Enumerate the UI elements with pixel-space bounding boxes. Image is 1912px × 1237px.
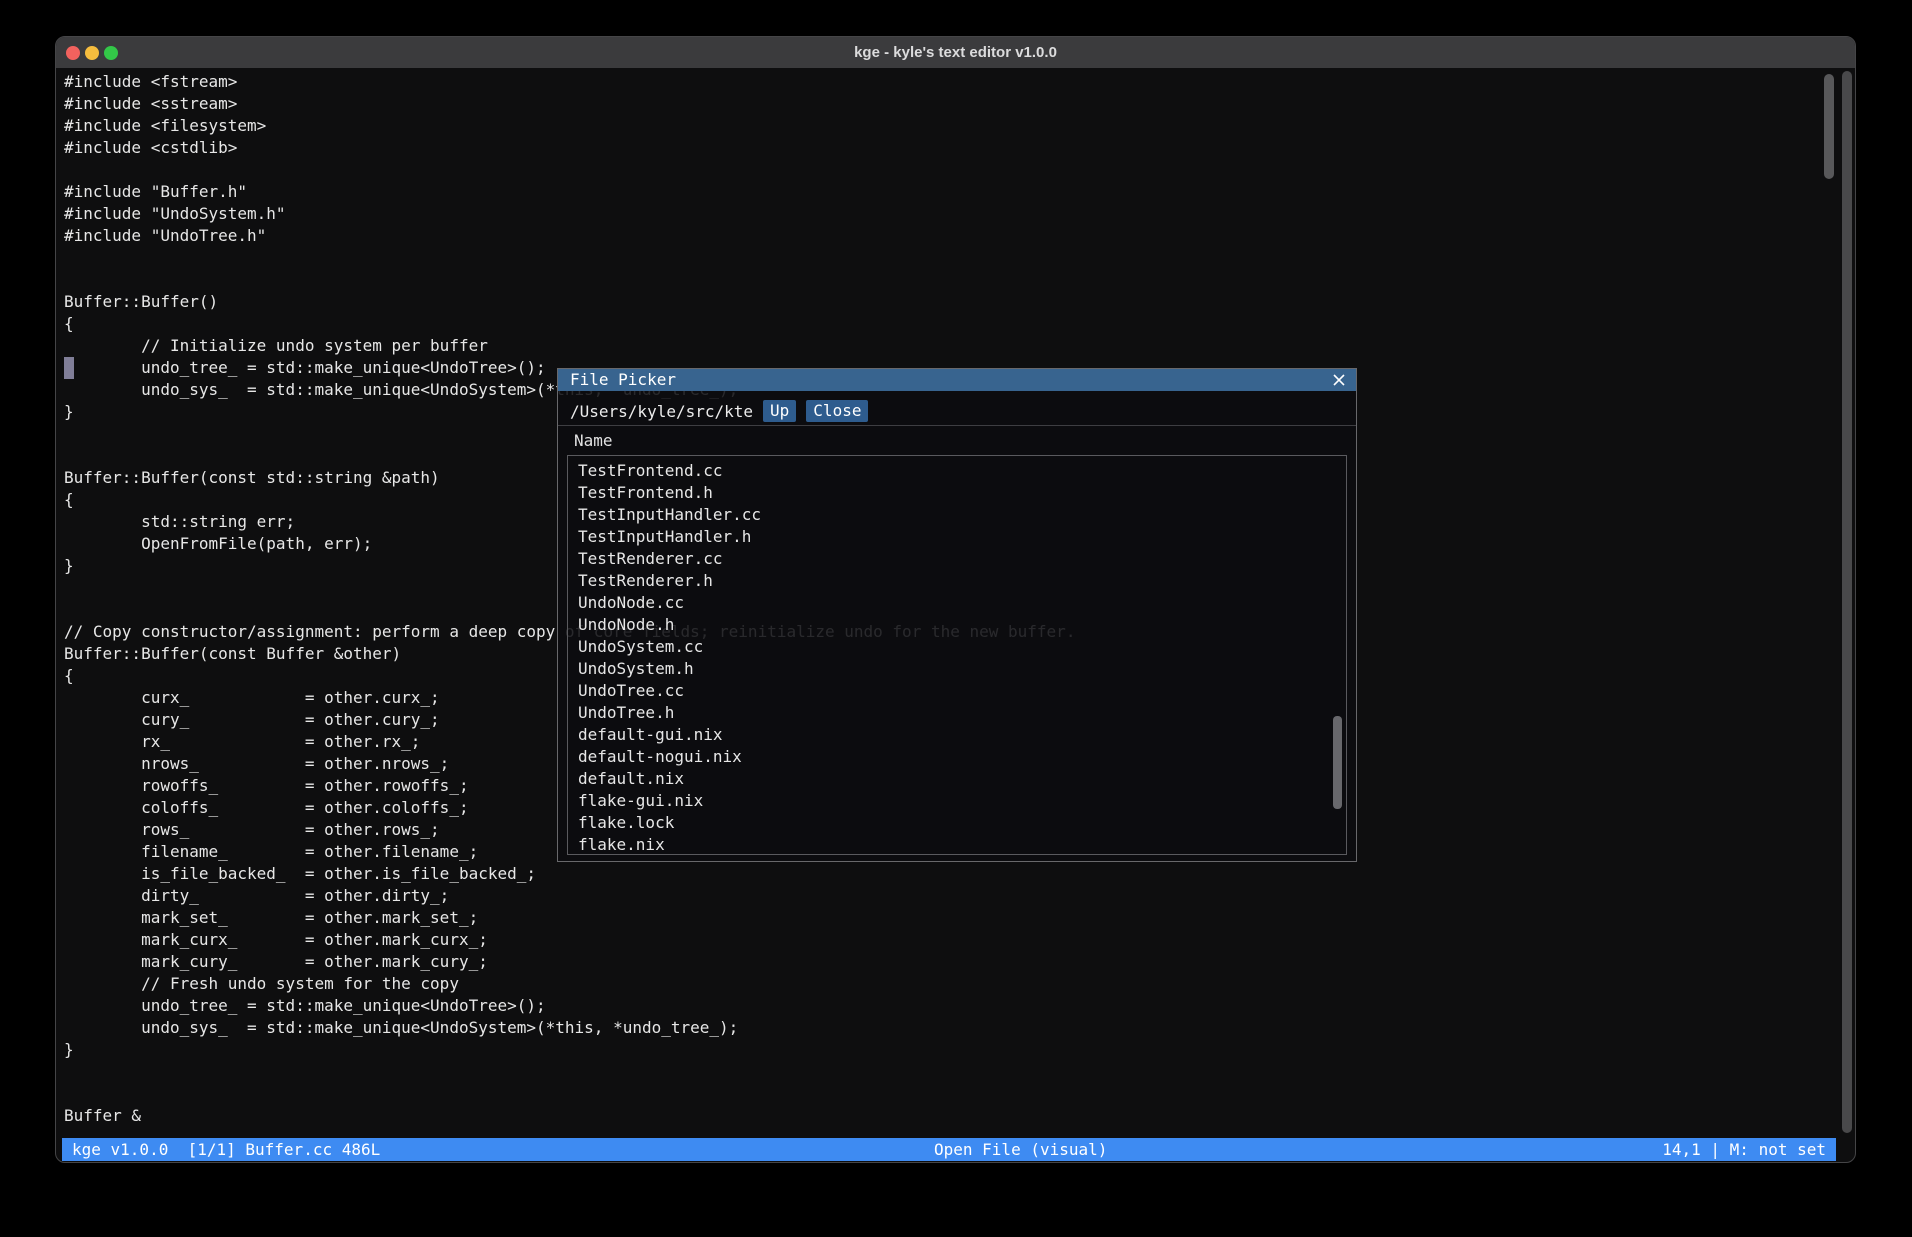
file-list-item[interactable]: default-gui.nix — [568, 724, 1346, 746]
file-list-item[interactable]: UndoTree.cc — [568, 680, 1346, 702]
window-titlebar: kge - kyle's text editor v1.0.0 — [56, 37, 1855, 68]
file-list-item[interactable]: default.nix — [568, 768, 1346, 790]
file-list-item[interactable]: UndoSystem.h — [568, 658, 1346, 680]
file-list-item[interactable]: UndoSystem.cc — [568, 636, 1346, 658]
editor-scrollbar-thumb[interactable] — [1824, 74, 1834, 179]
current-path: /Users/kyle/src/kte — [570, 402, 753, 421]
file-list-item[interactable]: TestInputHandler.h — [568, 526, 1346, 548]
dialog-close-button[interactable]: Close — [806, 400, 868, 422]
file-list-item[interactable]: TestFrontend.cc — [568, 460, 1346, 482]
file-list-item[interactable]: TestInputHandler.cc — [568, 504, 1346, 526]
file-list-column-header: Name — [574, 429, 613, 453]
file-list: TestFrontend.ccTestFrontend.hTestInputHa… — [567, 455, 1347, 855]
picker-separator — [558, 425, 1356, 426]
file-picker-title: File Picker — [570, 369, 676, 391]
file-list-item[interactable]: TestFrontend.h — [568, 482, 1346, 504]
file-list-item[interactable]: flake-gui.nix — [568, 790, 1346, 812]
file-list-item[interactable]: UndoNode.cc — [568, 592, 1346, 614]
file-list-item[interactable]: UndoNode.h — [568, 614, 1346, 636]
status-bar: kge v1.0.0 [1/1] Buffer.cc 486L Open Fil… — [62, 1138, 1836, 1161]
file-list-item[interactable]: TestRenderer.h — [568, 570, 1346, 592]
file-picker-titlebar[interactable]: File Picker — [558, 369, 1356, 391]
status-app-info: kge v1.0.0 [1/1] Buffer.cc 486L — [72, 1138, 380, 1161]
file-list-item[interactable]: UndoTree.h — [568, 702, 1346, 724]
app-window: kge - kyle's text editor v1.0.0 #include… — [55, 36, 1856, 1163]
file-list-item[interactable]: TestRenderer.cc — [568, 548, 1346, 570]
file-list-scrollbar-thumb[interactable] — [1333, 716, 1342, 809]
up-button[interactable]: Up — [763, 400, 796, 422]
file-list-item[interactable]: flake.nix — [568, 834, 1346, 855]
status-mode: Open File (visual) — [934, 1138, 1107, 1161]
file-picker-path-row: /Users/kyle/src/kte Up Close — [570, 398, 868, 424]
file-list-item[interactable]: default-nogui.nix — [568, 746, 1346, 768]
window-title: kge - kyle's text editor v1.0.0 — [56, 37, 1855, 68]
window-scrollbar-track[interactable] — [1842, 71, 1852, 1133]
file-list-rows: TestFrontend.ccTestFrontend.hTestInputHa… — [568, 460, 1346, 855]
status-cursor-position: 14,1 | M: not set — [1662, 1138, 1826, 1161]
file-list-item[interactable]: flake.lock — [568, 812, 1346, 834]
close-icon[interactable] — [1332, 373, 1346, 387]
file-picker-dialog: File Picker /Users/kyle/src/kte Up Close… — [557, 368, 1357, 862]
text-cursor — [64, 357, 74, 379]
